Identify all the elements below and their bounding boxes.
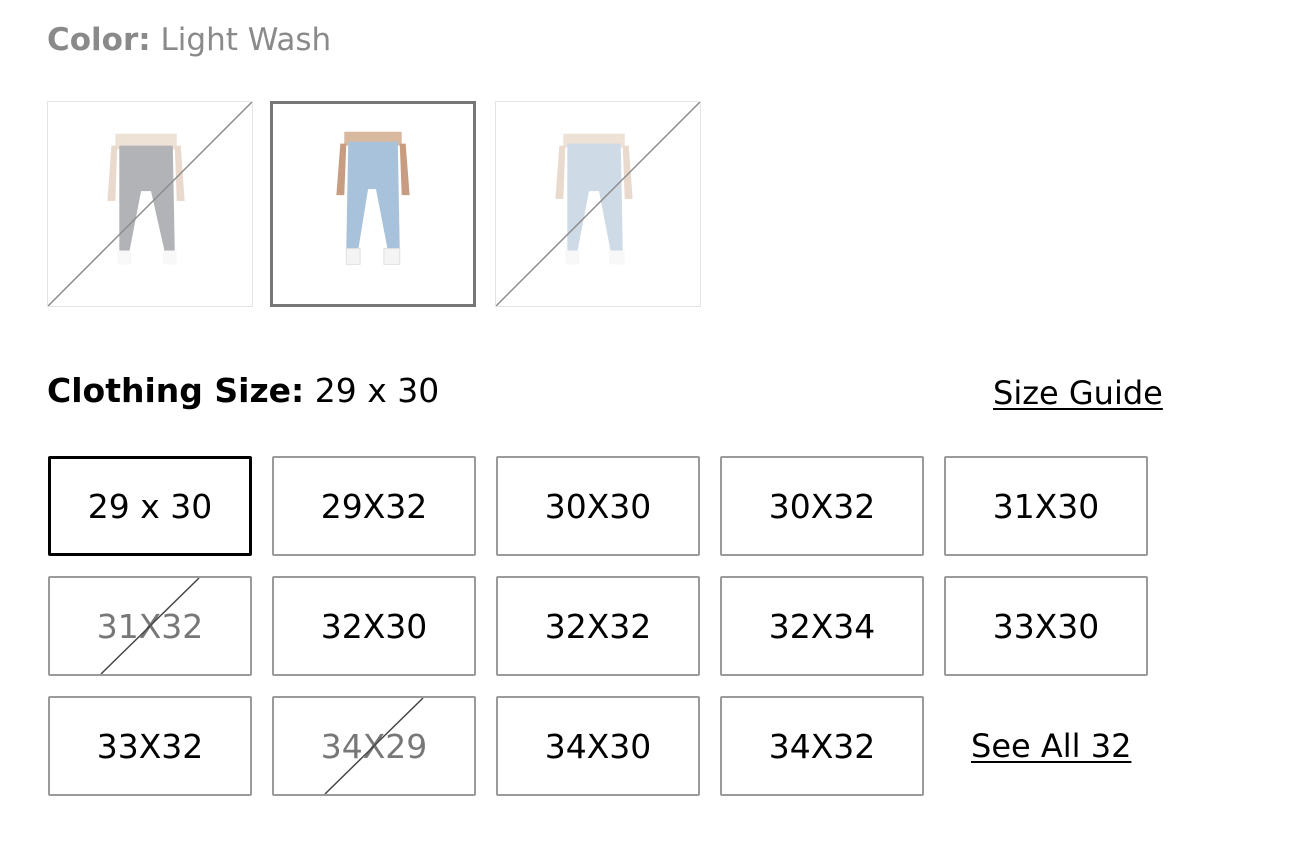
- size-option-label: 30X32: [768, 486, 876, 526]
- size-option-0[interactable]: 29 x 30: [48, 456, 252, 556]
- size-option-3[interactable]: 30X32: [720, 456, 924, 556]
- color-label: Color:: [47, 22, 151, 58]
- size-heading: Clothing Size: 29 x 30: [47, 371, 439, 411]
- size-option-4[interactable]: 31X30: [944, 456, 1148, 556]
- size-option-10[interactable]: 33X32: [48, 696, 252, 796]
- size-option-12[interactable]: 34X30: [496, 696, 700, 796]
- size-option-label: 32X34: [768, 606, 876, 646]
- size-option-label: 31X30: [992, 486, 1100, 526]
- color-swatch-2[interactable]: [495, 101, 701, 307]
- size-option-7[interactable]: 32X32: [496, 576, 700, 676]
- jeans-thumbnail-image: [555, 133, 633, 265]
- size-option-5[interactable]: 31X32: [48, 576, 252, 676]
- size-option-label: 30X30: [544, 486, 652, 526]
- color-swatch-1[interactable]: [270, 101, 476, 307]
- color-swatch-0[interactable]: [47, 101, 253, 307]
- size-option-label: 32X32: [544, 606, 652, 646]
- size-option-label: 34X29: [320, 726, 428, 766]
- size-option-6[interactable]: 32X30: [272, 576, 476, 676]
- size-option-1[interactable]: 29X32: [272, 456, 476, 556]
- size-option-label: 33X32: [96, 726, 204, 766]
- size-option-label: 29 x 30: [87, 486, 213, 526]
- see-all-sizes-link[interactable]: See All 32: [971, 726, 1131, 766]
- jeans-thumbnail-image: [107, 133, 185, 265]
- color-heading: Color: Light Wash: [47, 20, 331, 60]
- size-option-2[interactable]: 30X30: [496, 456, 700, 556]
- size-option-8[interactable]: 32X34: [720, 576, 924, 676]
- size-option-label: 34X32: [768, 726, 876, 766]
- size-label: Clothing Size:: [47, 371, 305, 410]
- size-option-label: 29X32: [320, 486, 428, 526]
- size-option-label: 32X30: [320, 606, 428, 646]
- size-guide-link[interactable]: Size Guide: [993, 373, 1163, 413]
- size-option-9[interactable]: 33X30: [944, 576, 1148, 676]
- size-option-13[interactable]: 34X32: [720, 696, 924, 796]
- size-option-label: 33X30: [992, 606, 1100, 646]
- size-option-11[interactable]: 34X29: [272, 696, 476, 796]
- size-option-label: 31X32: [96, 606, 204, 646]
- color-value: Light Wash: [160, 22, 332, 58]
- size-option-label: 34X30: [544, 726, 652, 766]
- jeans-thumbnail-image: [336, 131, 410, 265]
- size-value: 29 x 30: [314, 371, 440, 410]
